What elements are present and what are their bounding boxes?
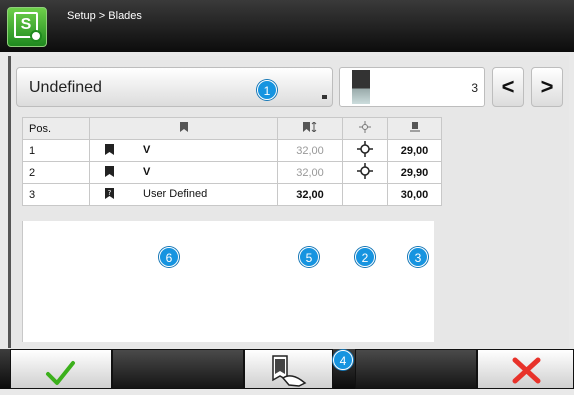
table-header: Pos. — [22, 117, 442, 140]
callout-6: 6 — [159, 247, 179, 267]
callout-1: 1 — [257, 80, 277, 100]
header-offset-icon — [387, 117, 442, 140]
blade-type-value: Undefined — [29, 79, 102, 96]
blade-user-defined-icon: ? — [105, 188, 114, 199]
header-pos: Pos. — [22, 117, 90, 140]
cell-name: User Defined — [143, 188, 208, 200]
blade-number-field[interactable]: 3 — [339, 67, 485, 107]
prev-blade-button[interactable]: < — [492, 67, 524, 107]
cell-type: V — [89, 139, 278, 162]
next-blade-button[interactable]: > — [531, 67, 563, 107]
cell-offset: 29,90 — [387, 161, 442, 184]
cell-center — [342, 161, 388, 184]
bottom-spacer-right — [355, 349, 477, 389]
table-empty-area — [22, 221, 434, 342]
breadcrumb: Setup > Blades — [67, 10, 142, 22]
cell-pos: 1 — [22, 139, 90, 162]
header-center-icon — [342, 117, 388, 140]
table-row[interactable]: 1 V 32,00 29,00 — [22, 139, 442, 162]
blade-hand-button[interactable] — [244, 349, 333, 389]
cell-type: ? User Defined — [89, 183, 278, 206]
cell-offset: 29,00 — [387, 139, 442, 162]
blade-hand-icon — [272, 355, 307, 387]
cell-height: 32,00 — [277, 161, 343, 184]
cell-pos: 2 — [22, 161, 90, 184]
blade-v-icon — [105, 166, 114, 177]
callout-5: 5 — [299, 247, 319, 267]
cell-height: 32,00 — [277, 183, 343, 206]
cell-center — [342, 139, 388, 162]
header-type-icon — [89, 117, 278, 140]
header-height-icon — [277, 117, 343, 140]
callout-2: 2 — [355, 247, 375, 267]
callout-3: 3 — [408, 247, 428, 267]
cell-height: 32,00 — [277, 139, 343, 162]
table-row[interactable]: 3 ? User Defined 32,00 30,00 — [22, 183, 442, 206]
cell-offset: 30,00 — [387, 183, 442, 206]
blade-type-dropdown[interactable]: Undefined — [16, 67, 333, 107]
center-crosshair-icon — [357, 163, 373, 179]
callout-4: 4 — [333, 350, 353, 370]
app-logo-icon[interactable]: S — [7, 7, 47, 47]
title-bar — [0, 0, 574, 52]
cell-center-empty — [342, 183, 388, 206]
blade-number-value: 3 — [471, 81, 478, 95]
cell-name: V — [143, 166, 151, 178]
cancel-button[interactable] — [477, 349, 574, 389]
blade-thumbnail-icon — [352, 70, 370, 104]
blade-v-icon — [105, 144, 114, 155]
close-icon — [512, 357, 541, 384]
cell-pos: 3 — [22, 183, 90, 206]
table-row[interactable]: 2 V 32,00 29,90 — [22, 161, 442, 184]
svg-text:?: ? — [108, 189, 112, 197]
bottom-spacer-left — [112, 349, 244, 389]
confirm-button[interactable] — [10, 349, 112, 389]
blades-table: Pos. 1 V 32,00 29,00 2 V 32,00 29,90 3 ?… — [22, 117, 442, 206]
cell-name: V — [143, 144, 151, 156]
checkmark-icon — [46, 361, 75, 385]
dropdown-caret-icon — [322, 95, 327, 99]
center-crosshair-icon — [357, 141, 373, 157]
cell-type: V — [89, 161, 278, 184]
